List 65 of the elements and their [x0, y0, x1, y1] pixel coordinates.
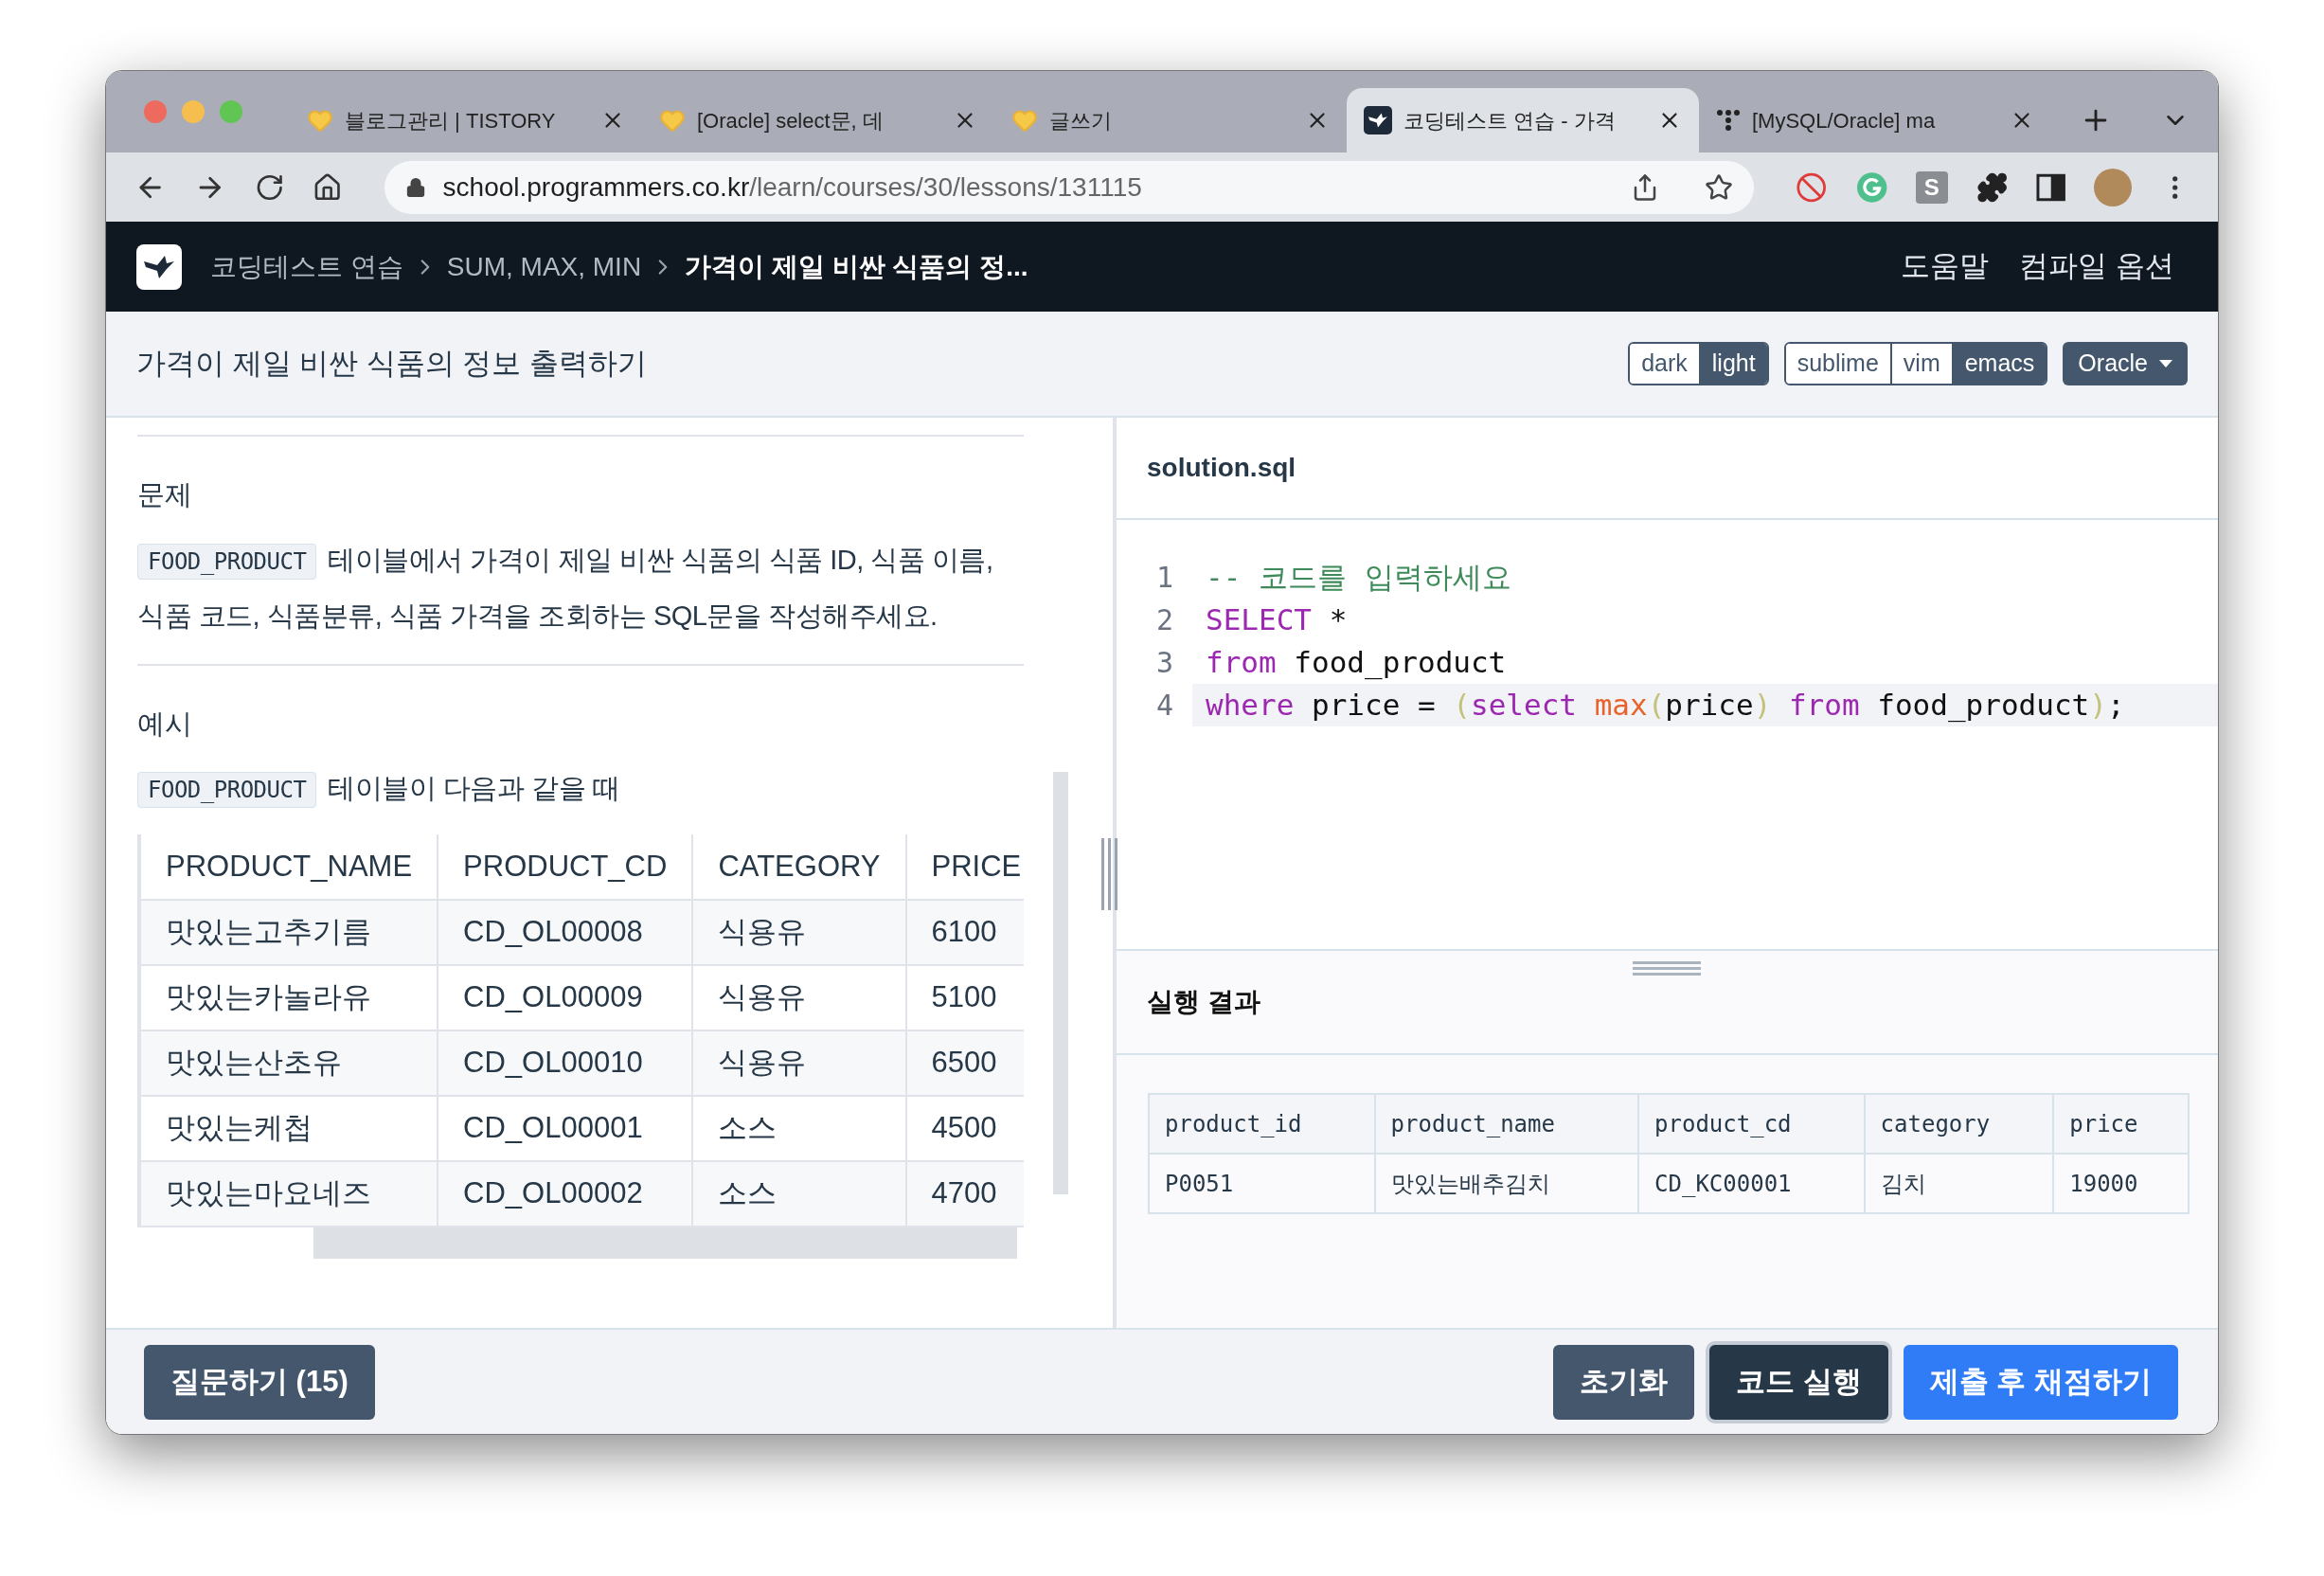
browser-tab[interactable]: [Oracle] select문, 데	[642, 88, 994, 152]
breadcrumb-link[interactable]: SUM, MAX, MIN	[446, 246, 642, 287]
code-line: from food_product	[1205, 644, 1508, 682]
extensions-puzzle-icon[interactable]	[1975, 170, 2008, 204]
browser-tab[interactable]: 글쓰기	[994, 88, 1347, 152]
action-button[interactable]: 초기화	[1553, 1344, 1695, 1420]
toggle-option[interactable]: emacs	[1951, 344, 2047, 384]
dots-icon	[1716, 108, 1741, 133]
section-heading: 예시	[137, 707, 193, 741]
address-bar[interactable]: school.programmers.co.kr/learn/courses/30/lessons/131115	[384, 160, 1755, 214]
column-header: product_name	[1374, 1094, 1639, 1154]
heart-icon	[307, 107, 333, 134]
tab-title: [Oracle] select문, 데	[697, 107, 885, 134]
heart-icon	[659, 107, 686, 134]
problem-text: FOOD_PRODUCT 테이블에서 가격이 제일 비싼 식품의 식품 ID, 식품 이름, 식품 코드, 식품분류, 식품 가격을 조회하는 SQL문을 작성해주세요.	[137, 542, 994, 633]
browser-tab[interactable]: 코딩테스트 연습 - 가격	[1347, 88, 1699, 152]
toggle-option[interactable]: dark	[1630, 344, 1699, 384]
column-header: product_id	[1149, 1094, 1375, 1154]
block-extension-icon[interactable]	[1796, 170, 1828, 204]
lock-icon	[404, 176, 426, 198]
table-cell: 맛있는배추김치	[1374, 1154, 1639, 1213]
results-heading: 실행 결과	[1147, 986, 1260, 1018]
toggle-option[interactable]: light	[1698, 344, 1767, 384]
line-number: 4	[1154, 688, 1174, 724]
resize-handle[interactable]	[1633, 960, 1701, 977]
toggle-option[interactable]: vim	[1889, 344, 1952, 384]
problem-title: 가격이 제일 비싼 식품의 정보 출력하기	[136, 345, 648, 382]
bookmark-star-icon[interactable]	[1705, 172, 1734, 202]
line-number: 1	[1154, 560, 1174, 596]
breadcrumb-link[interactable]: 가격이 제일 비싼 식품의 정...	[685, 246, 1028, 287]
toggle-option[interactable]: sublime	[1785, 344, 1890, 384]
tab-title: [MySQL/Oracle] ma	[1752, 107, 1937, 134]
action-button[interactable]: 질문하기 (15)	[144, 1344, 375, 1420]
line-number: 2	[1154, 602, 1174, 638]
browser-tab[interactable]: 블로그관리 | TISTORY	[290, 88, 642, 152]
problem-text: FOOD_PRODUCT 테이블이 다음과 같을 때	[137, 761, 1024, 817]
tab-title: 블로그관리 | TISTORY	[345, 107, 557, 134]
table-cell: P0051	[1149, 1154, 1375, 1213]
code-line: SELECT *	[1205, 601, 1349, 639]
horizontal-scrollbar[interactable]	[313, 1227, 1017, 1259]
breadcrumb-link[interactable]: 코딩테스트 연습	[210, 246, 403, 287]
logo-icon	[136, 243, 182, 290]
tab-title: 코딩테스트 연습 - 가격	[1403, 107, 1617, 134]
table-cell: 김치	[1864, 1154, 2054, 1213]
code-editor[interactable]: 1 -- 코드를 입력하세요 2 SELECT * 3 from food_product 4 where price = (select max(price) from food_product);	[1117, 520, 2218, 951]
section-heading: 문제	[137, 478, 193, 511]
bird-icon	[1364, 106, 1392, 134]
url-text: school.programmers.co.kr/learn/courses/30/lessons/131115	[442, 170, 1143, 204]
splitter-handle[interactable]	[1099, 838, 1120, 910]
file-name: solution.sql	[1147, 452, 1296, 484]
language-dropdown[interactable]: Oracle	[2063, 342, 2188, 385]
side-panel-icon[interactable]	[2035, 171, 2066, 203]
heart-icon	[1011, 107, 1038, 134]
table-cell: CD_KC00001	[1638, 1154, 1865, 1213]
vertical-scrollbar[interactable]	[1053, 772, 1068, 1194]
home-icon[interactable]	[313, 171, 343, 203]
table-cell: 19000	[2053, 1154, 2189, 1213]
action-button[interactable]: 제출 후 채점하기	[1903, 1344, 2178, 1420]
header-link[interactable]: 컴파일 옵션	[2019, 244, 2174, 289]
tab-title: 글쓰기	[1049, 107, 1113, 134]
browser-tab[interactable]: [MySQL/Oracle] ma	[1699, 88, 2051, 152]
line-number: 3	[1154, 645, 1174, 681]
caret-icon	[2159, 360, 2172, 367]
code-line: -- 코드를 입력하세요	[1205, 559, 1512, 597]
header-link[interactable]: 도움말	[1901, 244, 1990, 289]
